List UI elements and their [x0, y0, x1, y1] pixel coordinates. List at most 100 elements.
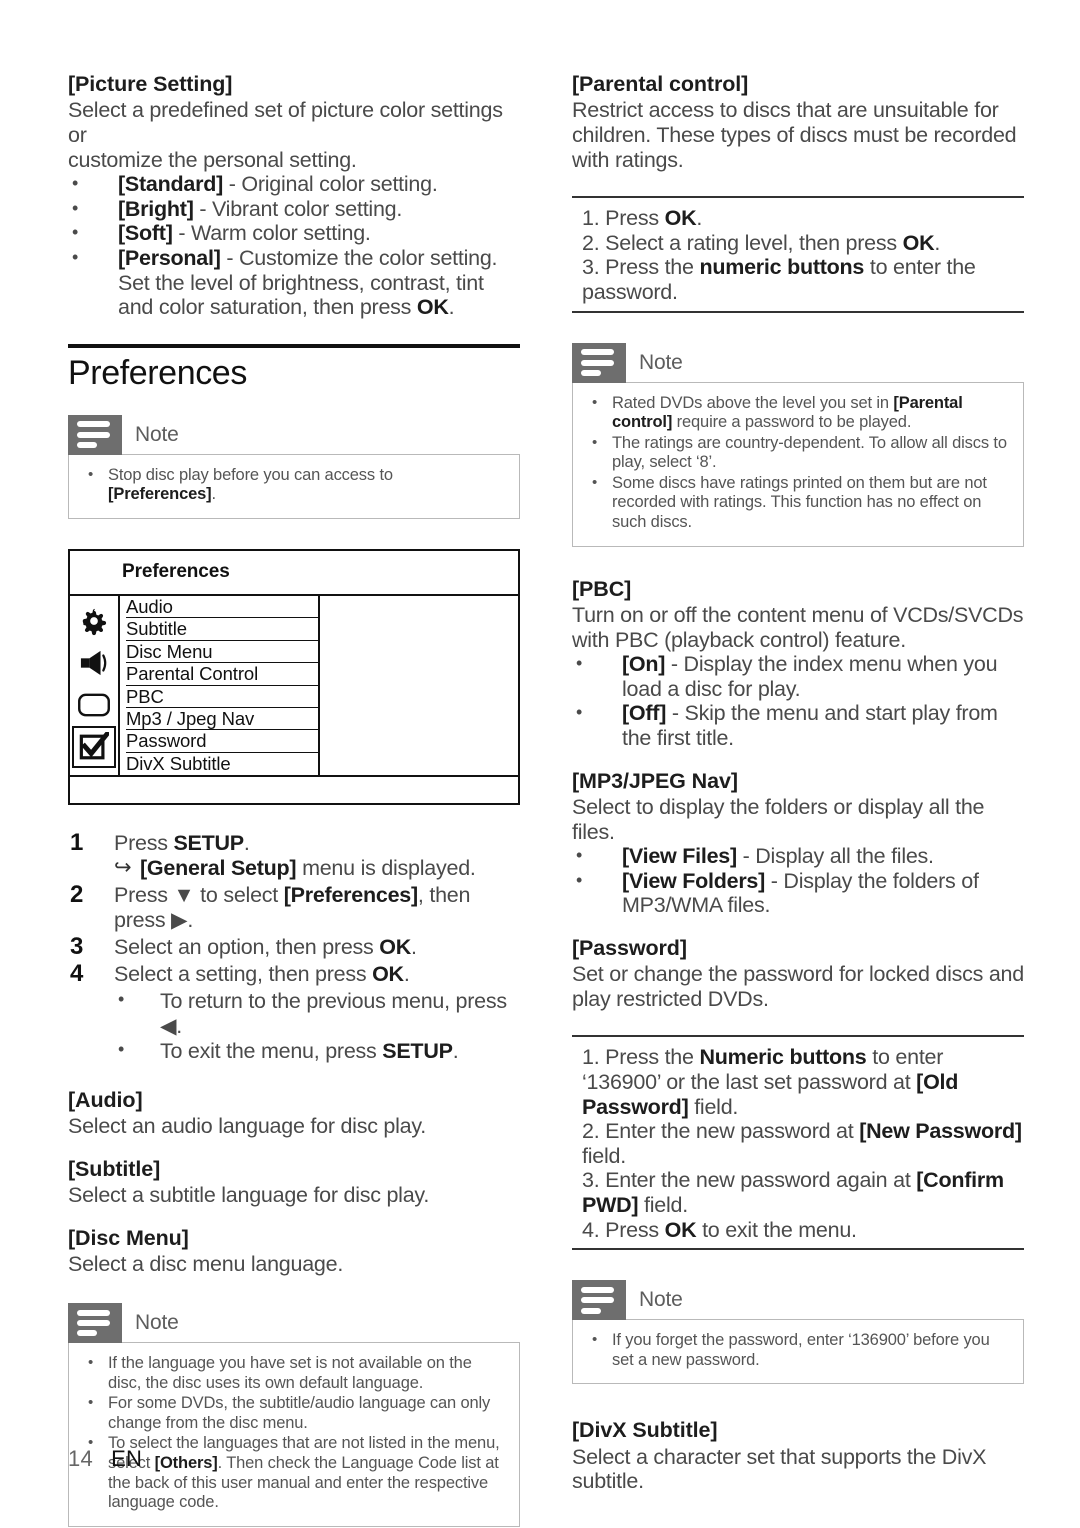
- section-password: [Password] Set or change the password fo…: [572, 936, 1024, 1012]
- step-4-bullets: To return to the previous menu, press ◀.…: [114, 987, 520, 1064]
- step-2: Press ▼ to select [Preferences], then pr…: [70, 882, 471, 933]
- note-item: Rated DVDs above the level you set in [P…: [587, 393, 1009, 433]
- parental-control-line2: children. These types of discs must be r…: [572, 122, 1017, 147]
- page-footer: 14 EN: [68, 1446, 142, 1472]
- password-procedure: 1. Press the Numeric buttons to enter ‘1…: [572, 1035, 1024, 1251]
- audio-body: Select an audio language for disc play.: [68, 1114, 426, 1139]
- section-mp3-jpeg-nav: [MP3/JPEG Nav] Select to display the fol…: [572, 769, 1024, 918]
- menu-list-column: Audio Subtitle Disc Menu Parental Contro…: [120, 595, 518, 776]
- manual-page: [Picture Setting] Select a predefined se…: [0, 0, 1080, 1528]
- disc-menu-heading: [Disc Menu]: [68, 1226, 189, 1251]
- note-label: Note: [135, 1310, 179, 1334]
- divx-subtitle-line1: Select a character set that supports the…: [572, 1444, 987, 1469]
- note-label: Note: [639, 350, 683, 374]
- menu-value-pane: [320, 596, 518, 775]
- section-subtitle: [Subtitle] Select a subtitle language fo…: [68, 1157, 520, 1208]
- picture-setting-intro-line2: customize the personal setting.: [68, 147, 357, 172]
- step-1-result: [General Setup] menu is displayed.: [114, 855, 520, 881]
- step-4: Select a setting, then press OK. To retu…: [68, 961, 520, 1064]
- page-title: Preferences: [68, 353, 247, 392]
- parental-control-heading: [Parental control]: [572, 72, 749, 96]
- note-item: The ratings are country-dependent. To al…: [587, 433, 1009, 473]
- procedure-step: 3. Enter the new password again at [Conf…: [582, 1168, 1004, 1218]
- note-body: Stop disc play before you can access to …: [68, 453, 520, 519]
- option-soft: [Soft] - Warm color setting.: [68, 220, 520, 246]
- note-list: Stop disc play before you can access to …: [83, 465, 505, 505]
- note-tab: Note: [572, 1280, 1024, 1321]
- checkbox-icon: [72, 725, 116, 768]
- menu-title: Preferences: [122, 561, 230, 583]
- menu-item-audio[interactable]: Audio: [126, 596, 318, 619]
- note-list: If the language you have set is not avai…: [83, 1353, 505, 1513]
- option-off: [Off] - Skip the menu and start play fro…: [572, 700, 1024, 750]
- note-body: If the language you have set is not avai…: [68, 1341, 520, 1527]
- section-audio: [Audio] Select an audio language for dis…: [68, 1088, 520, 1139]
- section-divx-subtitle: [DivX Subtitle] Select a character set t…: [572, 1418, 1024, 1494]
- section-picture-setting: [Picture Setting] Select a predefined se…: [68, 72, 520, 320]
- mp3-jpeg-nav-options: [View Files] - Display all the files. [V…: [572, 843, 1024, 918]
- procedure-step: 1. Press the Numeric buttons to enter ‘1…: [582, 1045, 959, 1119]
- option-bright: [Bright] - Vibrant color setting.: [68, 196, 520, 222]
- menu-item-subtitle[interactable]: Subtitle: [126, 618, 318, 641]
- note-label: Note: [135, 422, 179, 446]
- note-password: Note If you forget the password, enter ‘…: [572, 1280, 1024, 1385]
- note-tab: Note: [68, 1302, 520, 1343]
- note-tab: Note: [68, 414, 520, 455]
- pbc-line1: Turn on or off the content menu of VCDs/…: [572, 603, 1024, 628]
- menu-item-mp3-jpeg-nav[interactable]: Mp3 / Jpeg Nav: [126, 708, 318, 731]
- note-parental: Note Rated DVDs above the level you set …: [572, 342, 1024, 547]
- subtitle-body: Select a subtitle language for disc play…: [68, 1183, 430, 1208]
- pbc-line2: with PBC (playback control) feature.: [572, 627, 906, 652]
- speaker-icon: [71, 642, 117, 684]
- disc-menu-body: Select a disc menu language.: [68, 1252, 344, 1277]
- right-column: [Parental control] Restrict access to di…: [572, 72, 1024, 1494]
- chapter-heading-block: Preferences: [68, 343, 520, 393]
- note-language: Note If the language you have set is not…: [68, 1302, 520, 1527]
- page-language: EN: [111, 1446, 143, 1471]
- menu-item-divx-subtitle[interactable]: DivX Subtitle: [126, 753, 318, 775]
- pbc-options: [On] - Display the index menu when you l…: [572, 651, 1024, 750]
- note-list: If you forget the password, enter ‘13690…: [587, 1330, 1009, 1370]
- section-pbc: [PBC] Turn on or off the content menu of…: [572, 577, 1024, 751]
- note-item: To select the languages that are not lis…: [83, 1433, 505, 1512]
- option-view-files: [View Files] - Display all the files.: [572, 843, 1024, 869]
- note-item: Some discs have ratings printed on them …: [587, 473, 1009, 533]
- procedure-step: 1. Press OK.: [582, 206, 703, 231]
- menu-item-disc-menu[interactable]: Disc Menu: [126, 641, 318, 664]
- note-icon: [68, 1302, 122, 1343]
- mp3-jpeg-nav-heading: [MP3/JPEG Nav]: [572, 768, 738, 793]
- step-4-bullet-return: To return to the previous menu, press ◀.: [114, 987, 520, 1039]
- note-tab: Note: [572, 342, 1024, 383]
- procedure-step: 3. Press the numeric buttons to enter th…: [582, 255, 976, 304]
- note-icon: [572, 342, 626, 383]
- procedure-step: 2. Select a rating level, then press OK.: [582, 230, 941, 255]
- page-number: 14: [68, 1446, 94, 1471]
- audio-heading: [Audio]: [68, 1088, 143, 1113]
- note-item: If you forget the password, enter ‘13690…: [587, 1330, 1009, 1370]
- note-item: Stop disc play before you can access to …: [83, 465, 505, 505]
- note-list: Rated DVDs above the level you set in [P…: [587, 393, 1009, 533]
- menu-item-password[interactable]: Password: [126, 730, 318, 753]
- picture-setting-heading: [Picture Setting]: [68, 72, 233, 96]
- procedure-step: 2. Enter the new password at [New Passwo…: [582, 1119, 1022, 1168]
- menu-item-parental-control[interactable]: Parental Control: [126, 663, 318, 686]
- option-personal: [Personal] - Customize the color setting…: [68, 245, 520, 320]
- note-label: Note: [639, 1288, 683, 1312]
- password-line2: play restricted DVDs.: [572, 986, 769, 1011]
- pbc-heading: [PBC]: [572, 576, 632, 601]
- option-standard: [Standard] - Original color setting.: [68, 171, 520, 197]
- note-item: For some DVDs, the subtitle/audio langua…: [83, 1393, 505, 1433]
- step-4-bullet-exit: To exit the menu, press SETUP.: [114, 1037, 520, 1064]
- chapter-rule: [68, 343, 520, 348]
- option-on: [On] - Display the index menu when you l…: [572, 651, 1024, 701]
- preferences-steps: Press SETUP. [General Setup] menu is dis…: [68, 830, 520, 1064]
- section-parental-control: [Parental control] Restrict access to di…: [572, 72, 1024, 172]
- option-view-folders: [View Folders] - Display the folders of …: [572, 868, 1024, 918]
- note-preferences: Note Stop disc play before you can acces…: [68, 414, 520, 519]
- menu-icon-column: [70, 595, 120, 776]
- note-body: Rated DVDs above the level you set in [P…: [572, 381, 1024, 547]
- divx-subtitle-heading: [DivX Subtitle]: [572, 1418, 718, 1443]
- picture-setting-intro-line1: Select a predefined set of picture color…: [68, 98, 503, 147]
- procedure-step: 4. Press OK to exit the menu.: [582, 1217, 857, 1242]
- menu-item-pbc[interactable]: PBC: [126, 686, 318, 708]
